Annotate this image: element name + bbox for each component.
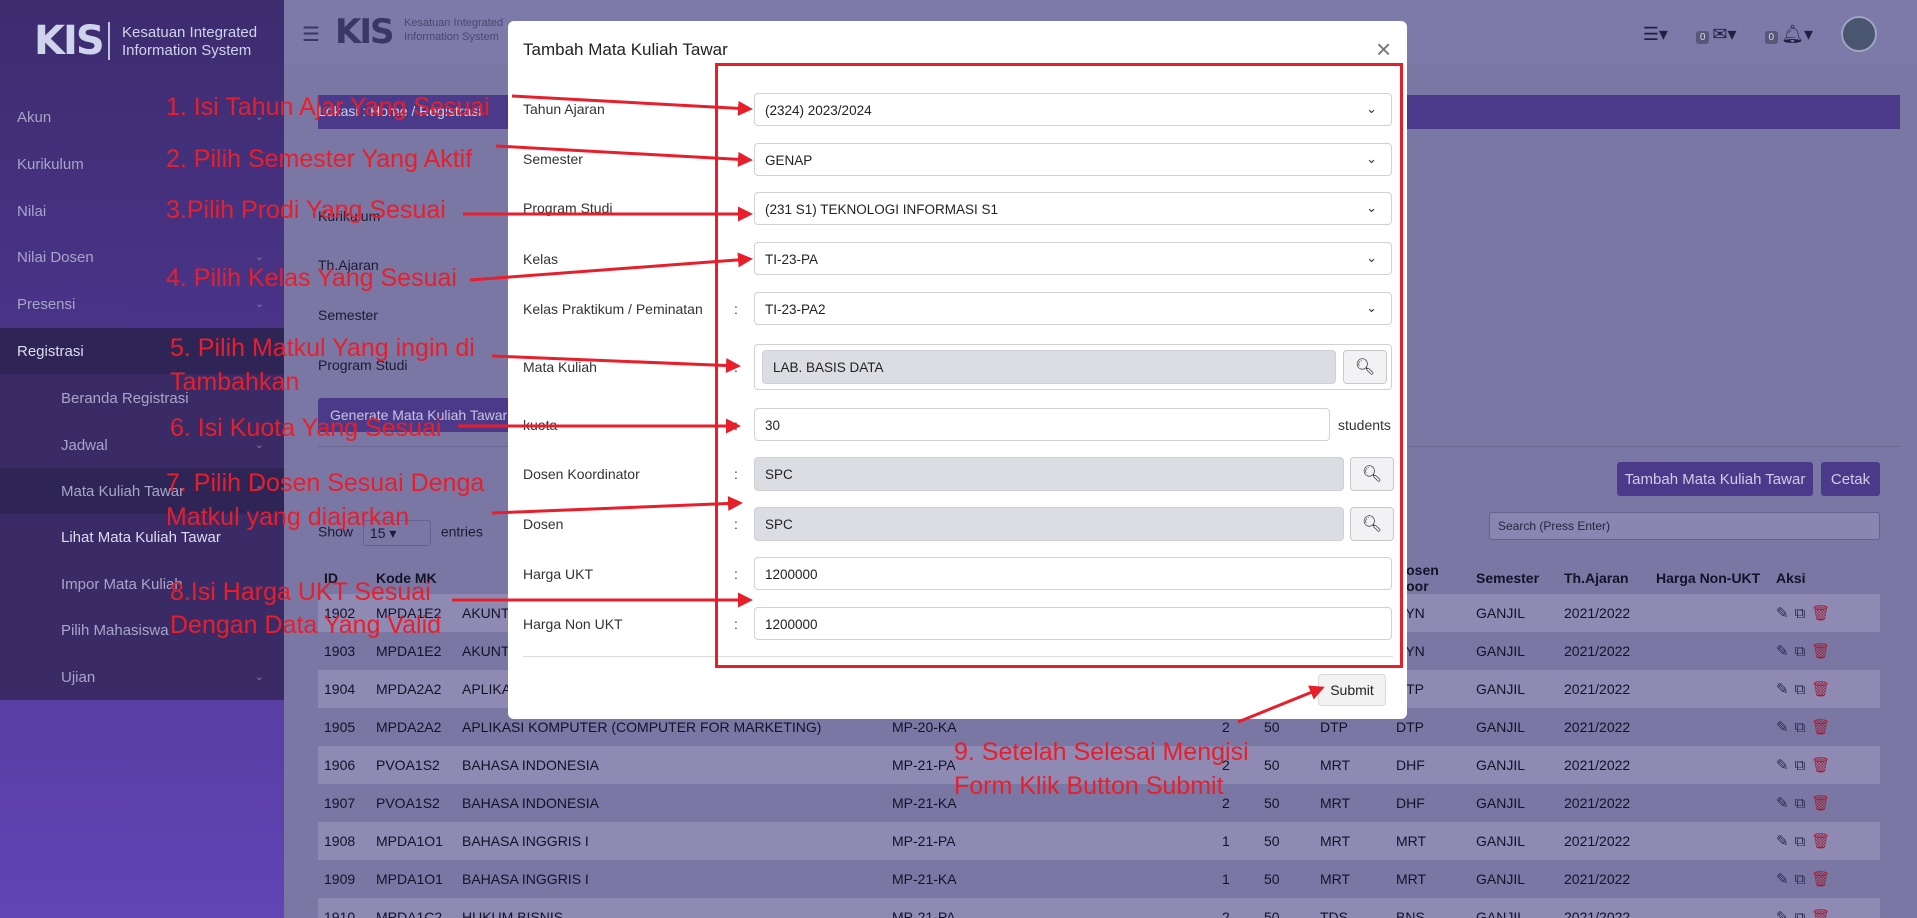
annotation-step-4: 4. Pilih Kelas Yang Sesuai (166, 264, 457, 292)
annotation-step-2: 2. Pilih Semester Yang Aktif (166, 145, 473, 173)
annotation-step-8-line2: Dengan Data Yang Valid (170, 611, 442, 639)
annotation-step-9-line1: 9. Setelah Selesai Mengisi (954, 738, 1249, 766)
annotation-step-1: 1. Isi Tahun Ajar Yang Sesuai (166, 93, 490, 121)
annotation-step-5-line2: Tambahkan (170, 368, 300, 396)
annotation-step-8-line1: 8.Isi Harga UKT Sesuai (170, 578, 431, 606)
annotation-step-5-line1: 5. Pilih Matkul Yang ingin di (170, 334, 475, 362)
annotation-step-7-line2: Matkul yang diajarkan (166, 503, 410, 531)
annotation-step-7-line1: 7. Pilih Dosen Sesuai Denga (166, 469, 485, 497)
annotation-step-9-line2: Form Klik Button Submit (954, 772, 1224, 800)
annotation-step-6: 6. Isi Kuota Yang Sesuai (170, 414, 442, 442)
annotation-step-3: 3.Pilih Prodi Yang Sesuai (166, 196, 446, 224)
